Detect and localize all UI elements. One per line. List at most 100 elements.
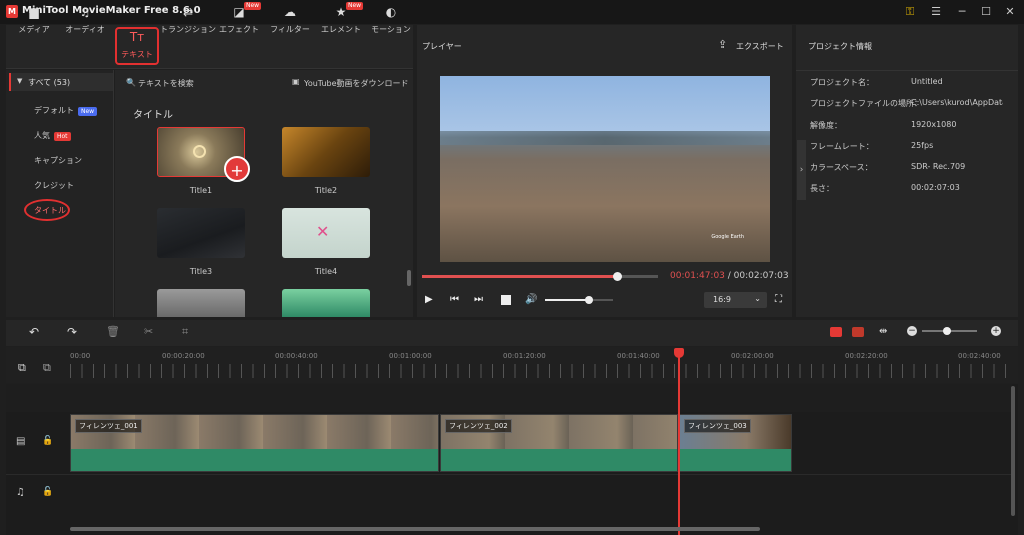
lock-icon[interactable]: 🔓: [42, 487, 53, 497]
play-icon[interactable]: ▶: [425, 294, 433, 305]
maximize-button[interactable]: ☐: [978, 4, 994, 20]
vertical-scrollbar[interactable]: [1011, 386, 1015, 516]
search-icon[interactable]: 🔍: [126, 78, 136, 87]
playback-progress: [422, 275, 618, 278]
add-track-icon[interactable]: ⧉: [18, 361, 26, 375]
tool-element[interactable]: New ★ エレメント: [316, 2, 366, 42]
info-key: プロジェクトファイルの場所：: [810, 99, 922, 108]
info-value: 1920x1080: [911, 120, 957, 129]
info-title: プロジェクト情報: [808, 42, 872, 51]
thumb-label: Title4: [314, 267, 338, 276]
category-title[interactable]: タイトル: [34, 205, 66, 216]
fit-timeline-icon[interactable]: ⇹: [879, 326, 887, 337]
info-value: C:\Users\kurod\AppData: [911, 98, 1003, 107]
chevron-down-icon: ⌄: [754, 294, 761, 303]
volume-icon[interactable]: 🔊: [525, 294, 537, 305]
redo-icon[interactable]: ↷: [67, 325, 77, 339]
category-caption[interactable]: キャプション: [34, 155, 82, 166]
horizontal-scrollbar[interactable]: [70, 527, 760, 531]
info-value: 00:02:07:03: [911, 183, 960, 192]
tool-audio[interactable]: ♫ オーディオ: [60, 4, 110, 42]
chevron-down-icon: ▼: [17, 77, 23, 85]
template-thumb-title2[interactable]: [282, 127, 370, 177]
music-icon: ♫: [79, 5, 91, 19]
close-button[interactable]: ✕: [1002, 4, 1018, 20]
prev-frame-icon[interactable]: ⏮: [450, 294, 459, 305]
menu-icon[interactable]: ☰: [928, 4, 944, 20]
zoom-in-icon[interactable]: +: [991, 326, 1001, 336]
tool-label: フィルター: [270, 25, 310, 34]
category-popular[interactable]: 人気 Hot: [34, 130, 71, 141]
playhead-handle[interactable]: [674, 348, 684, 358]
motion-icon: ◐: [385, 5, 397, 19]
info-key: カラースペース：: [810, 163, 873, 172]
playhead[interactable]: [678, 357, 680, 535]
video-track-icon: ▤: [16, 436, 26, 447]
thumb-label: Title2: [314, 186, 338, 195]
youtube-download-link[interactable]: YouTube動画をダウンロード: [304, 78, 409, 89]
tool-label: メディア: [18, 25, 50, 34]
aspect-ratio-value: 16:9: [713, 295, 731, 304]
export-button[interactable]: エクスポート: [736, 41, 784, 52]
split-marker-icon[interactable]: [852, 327, 864, 337]
collapse-arrow-icon[interactable]: ›: [797, 140, 806, 200]
info-value: Untitled: [911, 77, 943, 86]
lock-icon[interactable]: 🔓: [42, 436, 53, 446]
fullscreen-icon[interactable]: ⛶: [775, 294, 782, 305]
template-thumb-title5[interactable]: [157, 289, 245, 317]
template-thumb-title3[interactable]: [157, 208, 245, 258]
ruler-label: 00:02:40:00: [958, 352, 1001, 360]
category-all-label: すべて (53): [28, 78, 71, 87]
delete-icon[interactable]: 🗑: [106, 325, 120, 338]
new-badge: New: [244, 2, 262, 10]
undo-icon[interactable]: ↶: [29, 325, 39, 339]
title1-ring: [193, 145, 206, 158]
thumb-label: Title3: [189, 267, 213, 276]
ruler-label: 00:02:00:00: [731, 352, 774, 360]
category-default[interactable]: デフォルト New: [34, 105, 98, 116]
current-time: 00:01:47:03: [670, 271, 725, 281]
minimize-button[interactable]: ─: [954, 4, 970, 20]
template-thumb-title6[interactable]: [282, 289, 370, 317]
track-divider: [6, 474, 1012, 475]
zoom-handle[interactable]: [942, 327, 951, 335]
video-clip-1[interactable]: フィレンツェ_001: [70, 414, 439, 472]
info-divider: [796, 70, 1018, 71]
ruler-label: 00:00:20:00: [162, 352, 205, 360]
next-frame-icon[interactable]: ⏭: [474, 294, 483, 305]
clip-bar: [71, 449, 438, 471]
add-marker-icon[interactable]: [830, 327, 842, 337]
total-time: 00:02:07:03: [733, 271, 789, 281]
empty-track: [6, 384, 1012, 412]
tool-effect[interactable]: New ◪ エフェクト: [214, 2, 264, 42]
add-plus-icon[interactable]: +: [224, 156, 250, 182]
clip-name: フィレンツェ_002: [445, 419, 512, 433]
key-icon[interactable]: ⚿: [902, 4, 918, 20]
category-credit[interactable]: クレジット: [34, 180, 74, 191]
tool-media[interactable]: ▆ メディア: [9, 4, 59, 42]
volume-fill: [545, 299, 590, 301]
tool-transition[interactable]: ⇄ トランジション: [160, 4, 216, 42]
music-track-icon: ♫: [16, 487, 25, 498]
copy-track-icon[interactable]: ⧉: [43, 361, 51, 375]
stop-icon[interactable]: [501, 295, 511, 305]
tool-text[interactable]: Tт テキスト: [115, 27, 159, 65]
video-clip-2[interactable]: フィレンツェ_002: [440, 414, 678, 472]
split-icon[interactable]: ✂: [144, 325, 153, 338]
grid-scrollbar[interactable]: [407, 270, 411, 286]
transition-icon: ⇄: [182, 5, 194, 19]
player-title: プレイヤー: [422, 42, 462, 51]
search-label[interactable]: テキストを検索: [138, 78, 194, 89]
clip-bar: [441, 449, 677, 471]
ruler-ticks: [70, 364, 1010, 378]
playback-handle[interactable]: [612, 272, 622, 281]
info-value: 25fps: [911, 141, 934, 150]
aspect-ratio-select[interactable]: 16:9 ⌄: [704, 292, 767, 308]
zoom-out-icon[interactable]: −: [907, 326, 917, 336]
ruler-label: 00:01:40:00: [617, 352, 660, 360]
tool-filter[interactable]: ☁ フィルター: [265, 4, 315, 42]
crop-icon[interactable]: ⌗: [182, 325, 188, 339]
title4-cross-icon: ✕: [316, 222, 330, 241]
tool-motion[interactable]: ◐ モーション: [367, 4, 415, 42]
video-clip-3[interactable]: フィレンツェ_003: [679, 414, 792, 472]
